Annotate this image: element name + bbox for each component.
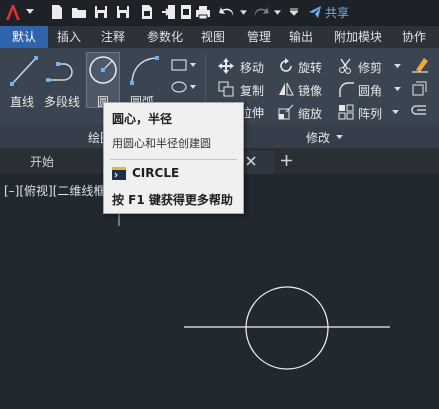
ribbon-tabs: 默认 插入 注释 参数化 视图 管理 输出 附加模块 协作	[0, 26, 439, 48]
save-as-icon[interactable]	[114, 3, 132, 21]
open-from-web-icon[interactable]	[138, 3, 156, 21]
mirror-tool-label[interactable]: 镜像	[298, 82, 322, 99]
erase-icon[interactable]	[410, 56, 430, 74]
tab-view[interactable]: 视图	[194, 26, 232, 48]
doc-tab-start[interactable]: 开始	[22, 151, 102, 174]
arc-icon[interactable]	[128, 54, 160, 86]
new-icon[interactable]	[48, 3, 66, 21]
circle-tool-button[interactable]: 圆	[86, 52, 120, 109]
offset-icon[interactable]	[410, 104, 430, 120]
autocad-logo-icon[interactable]	[3, 2, 23, 22]
polyline-icon[interactable]	[46, 58, 82, 84]
fillet-dropdown-icon[interactable]	[394, 87, 401, 92]
scale-icon[interactable]	[278, 104, 294, 120]
tooltip-title: 圆心，半径	[112, 112, 173, 126]
explode-icon[interactable]	[410, 80, 430, 98]
plot-icon[interactable]	[194, 3, 212, 21]
modify-panel-title[interactable]: 修改	[306, 129, 330, 146]
array-icon[interactable]	[338, 104, 354, 120]
rectangle-icon[interactable]	[170, 58, 196, 72]
trim-tool-label[interactable]: 修剪	[358, 59, 382, 76]
scale-tool-label[interactable]: 缩放	[298, 105, 322, 122]
move-icon[interactable]	[218, 58, 234, 74]
ellipse-icon[interactable]	[170, 80, 196, 94]
mirror-icon[interactable]	[278, 81, 294, 97]
trim-dropdown-icon[interactable]	[394, 64, 401, 69]
app-menu-arrow-icon[interactable]	[26, 7, 34, 15]
rotate-icon[interactable]	[278, 58, 294, 74]
tooltip-description: 用圆心和半径创建圆	[112, 137, 211, 150]
open-icon[interactable]	[70, 3, 88, 21]
trim-icon[interactable]	[338, 58, 354, 74]
undo-dropdown-icon[interactable]	[240, 10, 247, 16]
undo-icon[interactable]	[218, 3, 236, 21]
send-icon	[309, 6, 321, 18]
array-dropdown-icon[interactable]	[392, 110, 399, 115]
line-icon[interactable]	[8, 54, 40, 88]
quick-access-toolbar: 共享	[0, 0, 439, 26]
new-tab-icon[interactable]	[281, 155, 292, 166]
tab-default[interactable]: 默认	[0, 26, 48, 48]
copy-tool-label[interactable]: 复制	[240, 82, 264, 99]
redo-icon[interactable]	[252, 3, 270, 21]
array-tool-label[interactable]: 阵列	[358, 105, 382, 122]
import-icon[interactable]	[160, 3, 178, 21]
tab-annotate[interactable]: 注释	[94, 26, 132, 48]
tooltip-command: CIRCLE	[132, 166, 180, 180]
save-icon[interactable]	[92, 3, 110, 21]
tab-parametric[interactable]: 参数化	[140, 26, 190, 48]
close-tab-icon[interactable]	[246, 156, 256, 166]
customize-qat-icon[interactable]	[290, 8, 298, 16]
tooltip-divider	[110, 159, 237, 160]
circle-tooltip: 圆心，半径 用圆心和半径创建圆 CIRCLE 按 F1 键获得更多帮助	[103, 102, 244, 214]
fillet-tool-label[interactable]: 圆角	[358, 82, 382, 99]
circle-entity[interactable]	[245, 286, 329, 370]
tab-manage[interactable]: 管理	[240, 26, 278, 48]
tooltip-help: 按 F1 键获得更多帮助	[112, 193, 233, 207]
rotate-tool-label[interactable]: 旋转	[298, 59, 322, 76]
circle-icon	[89, 56, 117, 84]
modify-panel-expand-icon[interactable]	[336, 135, 343, 140]
tab-insert[interactable]: 插入	[50, 26, 88, 48]
share-label: 共享	[325, 5, 350, 20]
fillet-icon[interactable]	[338, 81, 354, 97]
command-prompt-icon	[112, 167, 126, 180]
tab-output[interactable]: 输出	[282, 26, 320, 48]
tab-collaborate[interactable]: 协作	[394, 26, 434, 48]
copy-icon[interactable]	[218, 81, 234, 97]
share-button[interactable]: 共享	[308, 3, 349, 21]
line-tool-label[interactable]: 直线	[10, 93, 34, 110]
polyline-tool-label[interactable]: 多段线	[44, 93, 80, 110]
redo-dropdown-icon[interactable]	[274, 10, 281, 16]
move-tool-label[interactable]: 移动	[240, 59, 264, 76]
tab-addins[interactable]: 附加模块	[328, 26, 388, 48]
